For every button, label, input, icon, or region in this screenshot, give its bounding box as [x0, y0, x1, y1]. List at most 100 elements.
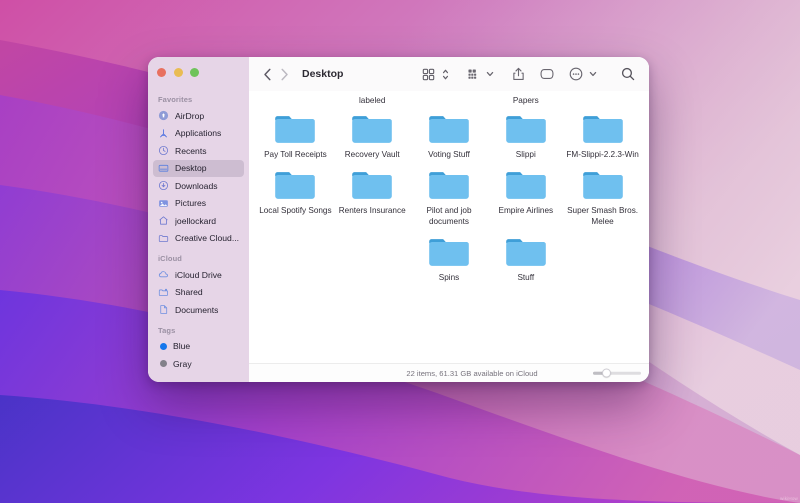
chevron-updown-icon — [442, 69, 448, 79]
sidebar-item-label: Blue — [173, 341, 191, 352]
sidebar-item-shared[interactable]: Shared — [153, 284, 244, 302]
minimize-button[interactable] — [173, 68, 183, 77]
sidebar-item-applications[interactable]: Applications — [153, 125, 244, 143]
airdrop-icon — [158, 111, 169, 121]
folder-icon — [505, 116, 546, 143]
status-bar: 22 items, 61.31 GB available on iCloud — [249, 363, 649, 382]
desktop-icon — [158, 164, 169, 172]
tag-button[interactable] — [537, 65, 557, 84]
folder-item[interactable]: Recovery Vault — [334, 110, 411, 160]
clipped-label — [257, 94, 334, 107]
folder-item[interactable]: Local Spotify Songs — [257, 166, 334, 227]
download-icon — [158, 181, 169, 191]
view-stepper[interactable] — [440, 65, 450, 84]
folder-item[interactable]: Stuff — [487, 233, 564, 283]
sidebar: Favorites AirDrop Applications Recents D… — [148, 57, 249, 382]
shared-folder-icon — [158, 288, 169, 296]
folder-item[interactable]: Pilot and job documents — [411, 166, 488, 227]
view-controls-group — [418, 65, 450, 84]
forward-button[interactable] — [276, 66, 293, 83]
group-by-chevron[interactable] — [485, 65, 495, 84]
search-button[interactable] — [618, 65, 638, 84]
maximize-button[interactable] — [190, 68, 199, 77]
clipped-label — [411, 94, 488, 107]
actions-button[interactable] — [566, 65, 586, 84]
sidebar-section-icloud: iCloud — [158, 254, 182, 263]
folder-icon — [275, 172, 316, 199]
sidebar-item-creative-cloud[interactable]: Creative Cloud... — [153, 230, 244, 248]
sidebar-item-label: Gray — [173, 358, 192, 369]
sidebar-item-tag-blue[interactable]: Blue — [153, 338, 244, 356]
sidebar-item-label: Applications — [175, 128, 222, 139]
file-row: Spins Stuff — [257, 233, 641, 283]
slider-knob[interactable] — [602, 368, 611, 378]
folder-name: Pilot and job documents — [426, 206, 472, 226]
document-icon — [160, 305, 168, 315]
folder-name: Super Smash Bros. Melee — [567, 206, 639, 226]
chevron-right-icon — [281, 68, 288, 80]
sidebar-item-label: Creative Cloud... — [175, 233, 240, 244]
sidebar-item-tag-gray[interactable]: Gray — [153, 355, 244, 373]
sidebar-item-label: Recents — [175, 145, 207, 156]
sidebar-item-downloads[interactable]: Downloads — [153, 177, 244, 195]
applications-icon — [159, 129, 168, 138]
group-by-button[interactable] — [463, 65, 483, 84]
main-pane: Desktop labeled Papers Pay Toll Receipts… — [249, 57, 649, 382]
folder-item[interactable]: Voting Stuff — [411, 110, 488, 160]
page-title: Desktop — [302, 68, 344, 80]
sidebar-item-recents[interactable]: Recents — [153, 142, 244, 160]
sidebar-item-label: joellockard — [175, 215, 217, 226]
folder-item[interactable]: Slippi — [487, 110, 564, 160]
folder-item[interactable]: Pay Toll Receipts — [257, 110, 334, 160]
sidebar-item-desktop[interactable]: Desktop — [153, 159, 244, 177]
sidebar-item-home[interactable]: joellockard — [153, 212, 244, 230]
folder-item[interactable]: Spins — [411, 233, 488, 283]
chevron-down-icon — [486, 71, 494, 77]
folder-item[interactable]: FM-Slippi-2.2.3-Win — [564, 110, 641, 160]
share-button[interactable] — [508, 65, 528, 84]
tag-dot-icon — [160, 342, 167, 350]
status-text: 22 items, 61.31 GB available on iCloud — [406, 368, 538, 378]
folder-item[interactable]: Empire Airlines — [487, 166, 564, 227]
sidebar-item-pictures[interactable]: Pictures — [153, 195, 244, 213]
folder-name: Spins — [438, 273, 460, 282]
sidebar-item-label: Shared — [175, 287, 203, 298]
sidebar-item-airdrop[interactable]: AirDrop — [153, 107, 244, 125]
sidebar-item-icloud-drive[interactable]: iCloud Drive — [153, 266, 244, 284]
file-row: Pay Toll Receipts Recovery Vault Voting … — [257, 110, 641, 160]
tag-dot-icon — [160, 360, 167, 368]
actions-chevron[interactable] — [588, 65, 598, 84]
sidebar-item-label: Desktop — [175, 163, 207, 174]
grid-icon — [422, 68, 434, 80]
folder-icon — [505, 172, 546, 199]
folder-item[interactable]: Renters Insurance — [334, 166, 411, 227]
group-by-group — [463, 65, 495, 84]
file-row: Local Spotify Songs Renters Insurance Pi… — [257, 166, 641, 227]
back-button[interactable] — [259, 66, 276, 83]
toolbar: Desktop — [249, 57, 649, 91]
sidebar-item-label: Downloads — [175, 180, 218, 191]
close-button[interactable] — [157, 68, 166, 77]
sidebar-item-documents[interactable]: Documents — [153, 301, 244, 319]
folder-icon — [429, 239, 469, 266]
actions-group — [566, 65, 598, 84]
folder-name: Local Spotify Songs — [259, 206, 332, 215]
finder-window: Favorites AirDrop Applications Recents D… — [148, 57, 649, 382]
clipped-label: Papers — [512, 96, 539, 105]
folder-name: Pay Toll Receipts — [264, 150, 327, 159]
clock-icon — [158, 146, 169, 156]
folder-item[interactable]: Super Smash Bros. Melee — [564, 166, 641, 227]
search-icon — [621, 67, 635, 81]
folder-icon — [429, 172, 469, 199]
image-watermark: wikiHow — [780, 496, 798, 501]
folder-name: FM-Slippi-2.2.3-Win — [566, 150, 639, 159]
folder-icon — [429, 116, 469, 143]
view-grid-button[interactable] — [418, 65, 438, 84]
folder-name: Renters Insurance — [338, 206, 406, 215]
chevron-down-icon — [589, 71, 597, 77]
sidebar-section-favorites: Favorites — [158, 95, 193, 104]
folder-icon — [582, 172, 623, 199]
icon-size-slider[interactable] — [593, 368, 641, 378]
folder-name: Recovery Vault — [344, 150, 400, 159]
file-grid[interactable]: labeled Papers Pay Toll Receipts Recover… — [249, 91, 649, 363]
